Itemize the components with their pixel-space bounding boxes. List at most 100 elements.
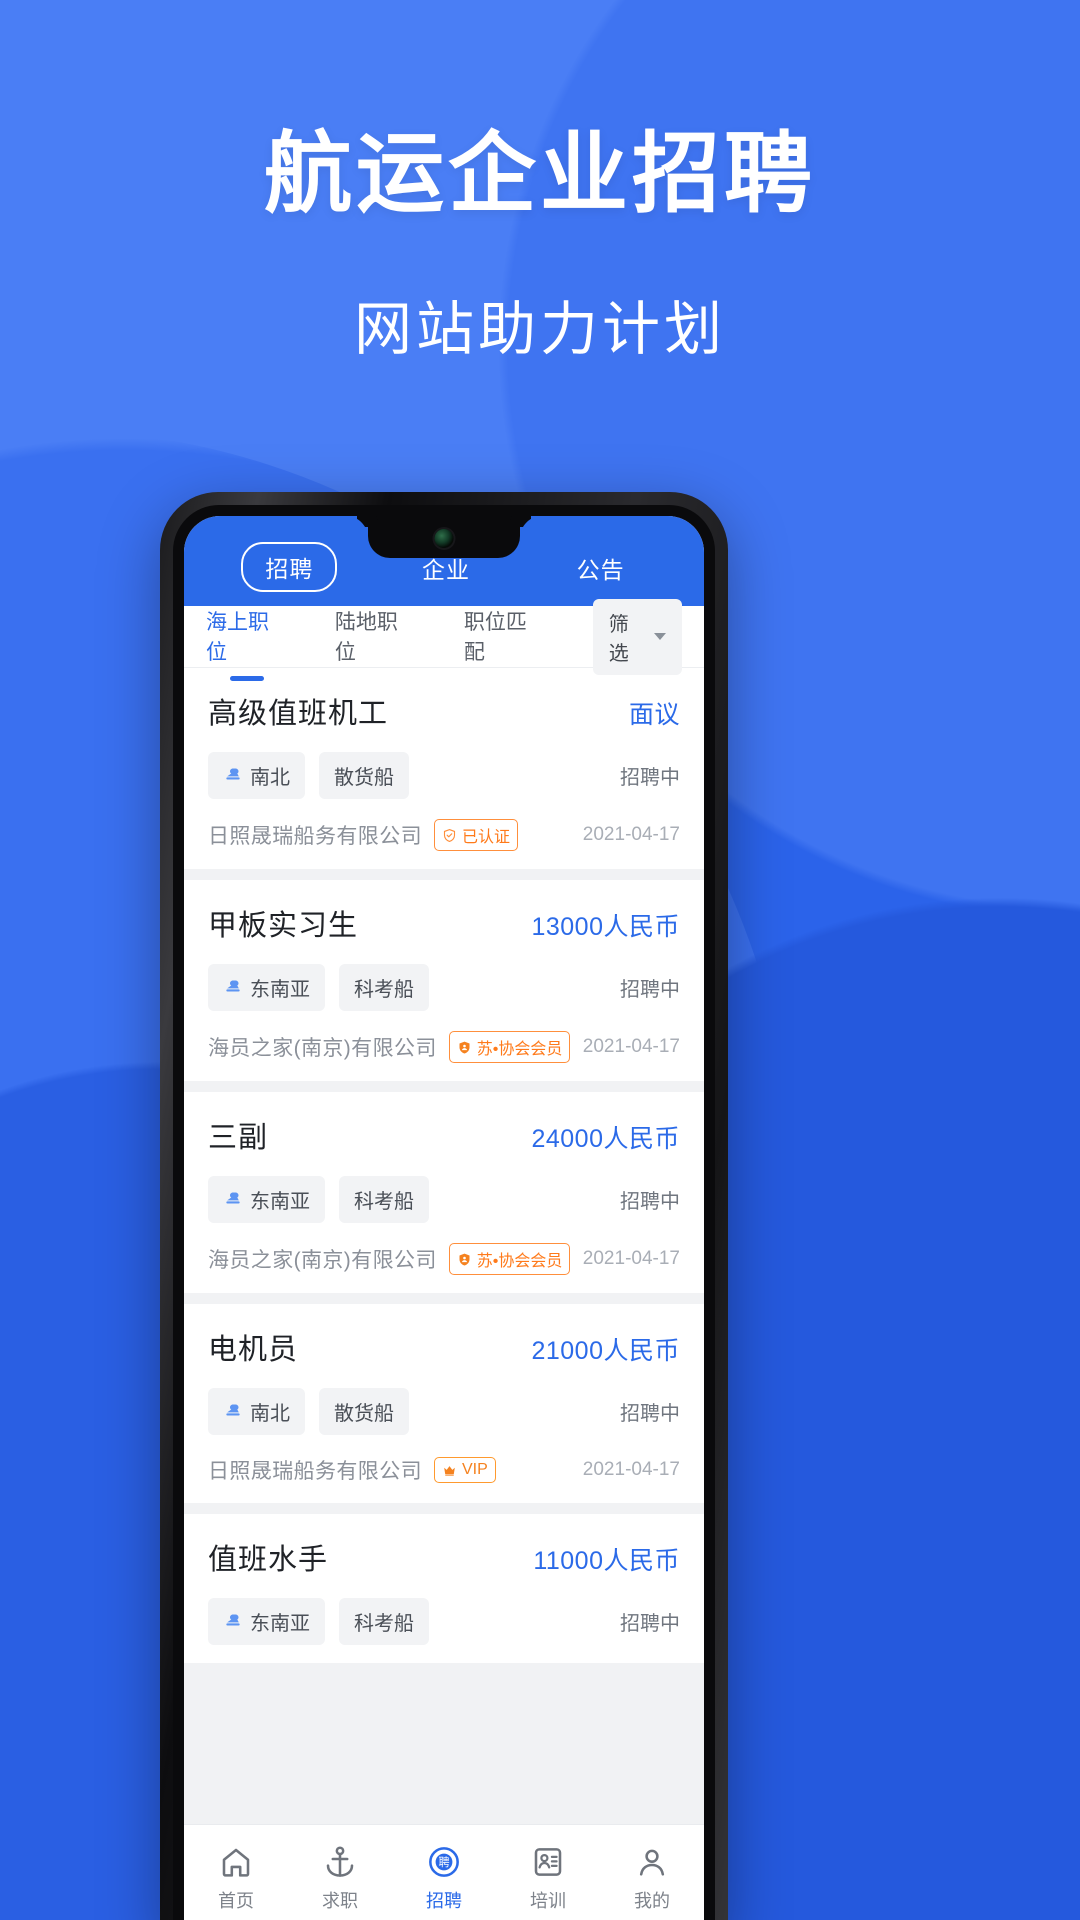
job-card[interactable]: 甲板实习生 13000人民币东南亚 科考船 招聘中海员之家(南京)有限公司 苏•协会会员… [184,880,704,1081]
job-status: 招聘中 [620,979,680,1001]
nav-item-招聘[interactable]: 聘招聘 [392,1844,496,1913]
job-tag: 东南亚 [208,964,325,1011]
nav-item-首页[interactable]: 首页 [184,1844,288,1913]
tab-recruit[interactable]: 招聘 [241,542,338,592]
company-badge-label: VIP [462,1461,488,1478]
job-tag: 东南亚 [208,1176,325,1223]
job-header-row: 甲板实习生 13000人民币 [208,902,680,944]
company-badge-label: 苏•协会会员 [476,1253,563,1270]
anchor-icon [223,1612,243,1632]
company-name: 海员之家(南京)有限公司 [208,1249,437,1272]
filter-button[interactable]: 筛选 [592,598,683,675]
job-title: 高级值班机工 [208,698,389,730]
job-tag-label: 东南亚 [250,1613,310,1635]
job-list[interactable]: 高级值班机工 面议 南北 散货船 招聘中 日照晟瑞船务有限公司 已认证 2021-04-17 甲… [184,668,704,1828]
nav-item-求职[interactable]: 求职 [288,1844,392,1913]
shield-member-icon [457,1040,472,1055]
shield-check-icon [442,828,457,843]
company-badge: 已认证 [434,819,519,851]
job-tag-label: 散货船 [334,767,394,789]
company-name: 日照晟瑞船务有限公司 [208,1460,422,1483]
tab-announcement[interactable]: 公告 [555,544,647,592]
phone-mockup: 招聘 企业 公告 海上职位 陆地职位 职位匹配 筛选 高级值班机工 面议 南北 散货船… [160,492,728,1920]
nav-item-label: 首页 [218,1891,254,1911]
job-tag: 散货船 [319,1388,409,1435]
anchor-icon [223,1402,243,1422]
nav-item-label: 招聘 [426,1891,462,1911]
job-header-row: 高级值班机工 面议 [208,690,680,732]
nav-item-label: 求职 [322,1891,358,1911]
job-tag-label: 东南亚 [250,979,310,1001]
job-company-row: 日照晟瑞船务有限公司 已认证 2021-04-17 [208,819,680,851]
filter-label: 筛选 [608,613,629,665]
job-title: 电机员 [208,1334,299,1366]
hero-title: 航运企业招聘 [263,124,816,223]
subtab-job-match[interactable]: 职位匹配 [464,606,547,668]
anchor-icon [322,1844,358,1880]
phone-bezel: 招聘 企业 公告 海上职位 陆地职位 职位匹配 筛选 高级值班机工 面议 南北 散货船… [173,505,715,1920]
job-tags-row: 东南亚 科考船 招聘中 [208,1176,680,1223]
job-header-row: 三副 24000人民币 [208,1114,680,1156]
job-tag: 科考船 [339,1598,429,1645]
bottom-navigation: 首页 求职聘招聘 培训 我的 [184,1824,704,1920]
job-card[interactable]: 电机员 21000人民币南北 散货船 招聘中日照晟瑞船务有限公司 VIP 2021-04-… [184,1304,704,1503]
job-card[interactable]: 三副 24000人民币东南亚 科考船 招聘中海员之家(南京)有限公司 苏•协会会员 202… [184,1092,704,1293]
job-tags-row: 南北 散货船 招聘中 [208,1388,680,1435]
hero-section: 航运企业招聘 网站助力计划 [0,124,1080,366]
job-tag: 南北 [208,752,305,799]
anchor-icon [223,766,243,786]
shield-member-icon [457,1252,472,1267]
job-company-row: 日照晟瑞船务有限公司 VIP 2021-04-17 [208,1455,680,1485]
company-badge-label: 已认证 [462,829,511,846]
user-icon [634,1844,670,1880]
nav-item-我的[interactable]: 我的 [600,1844,704,1913]
job-card[interactable]: 值班水手 11000人民币 东南亚 科考船 招聘中 [184,1514,704,1663]
nav-item-label: 培训 [530,1891,566,1911]
job-tag: 散货船 [319,752,409,799]
job-tags-row: 南北 散货船 招聘中 [208,752,680,799]
nav-item-label: 我的 [634,1891,670,1911]
anchor-icon [223,978,243,998]
job-date: 2021-04-17 [582,1459,680,1480]
hero-subtitle: 网站助力计划 [353,297,726,363]
home-icon [218,1844,254,1880]
company-name: 日照晟瑞船务有限公司 [208,825,422,848]
job-tag: 科考船 [339,1176,429,1223]
job-card[interactable]: 高级值班机工 面议 南北 散货船 招聘中 日照晟瑞船务有限公司 已认证 2021-04-17 [184,668,704,869]
company-badge: 苏•协会会员 [448,1031,571,1063]
training-icon [530,1844,566,1880]
job-salary: 13000人民币 [531,913,680,941]
company-badge-label: 苏•协会会员 [476,1041,563,1058]
job-tag-label: 南北 [250,1403,290,1425]
job-company-row: 海员之家(南京)有限公司 苏•协会会员 2021-04-17 [208,1031,680,1063]
job-tag-label: 科考船 [354,1613,414,1635]
company-badge: 苏•协会会员 [448,1243,571,1275]
job-header-row: 值班水手 11000人民币 [208,1536,680,1578]
anchor-icon [223,1190,243,1210]
subtab-sea-jobs[interactable]: 海上职位 [206,606,289,668]
job-tag: 南北 [208,1388,305,1435]
job-tag: 科考船 [339,964,429,1011]
job-status: 招聘中 [620,1403,680,1425]
job-tag-label: 散货船 [334,1403,394,1425]
company-badge: VIP [434,1457,496,1483]
job-salary: 面议 [628,701,680,729]
job-title: 甲板实习生 [208,910,359,942]
job-status: 招聘中 [620,767,680,789]
svg-text:聘: 聘 [438,1855,449,1869]
job-tag: 东南亚 [208,1598,325,1645]
job-salary: 21000人民币 [531,1337,680,1365]
subtab-land-jobs[interactable]: 陆地职位 [335,606,418,668]
phone-screen: 招聘 企业 公告 海上职位 陆地职位 职位匹配 筛选 高级值班机工 面议 南北 散货船… [184,516,704,1920]
poster-canvas: 航运企业招聘 网站助力计划 招聘 企业 公告 海上职位 陆地职位 职位匹配 筛选… [0,0,1080,1920]
job-header-row: 电机员 21000人民币 [208,1326,680,1368]
job-tag-label: 科考船 [354,1191,414,1213]
crown-icon [442,1463,457,1478]
job-status: 招聘中 [620,1191,680,1213]
sub-tabbar: 海上职位 陆地职位 职位匹配 筛选 [184,598,704,675]
job-title: 值班水手 [208,1544,329,1576]
chevron-down-icon [654,633,667,640]
job-date: 2021-04-17 [582,1248,680,1269]
job-salary: 11000人民币 [533,1547,680,1575]
nav-item-培训[interactable]: 培训 [496,1844,600,1913]
